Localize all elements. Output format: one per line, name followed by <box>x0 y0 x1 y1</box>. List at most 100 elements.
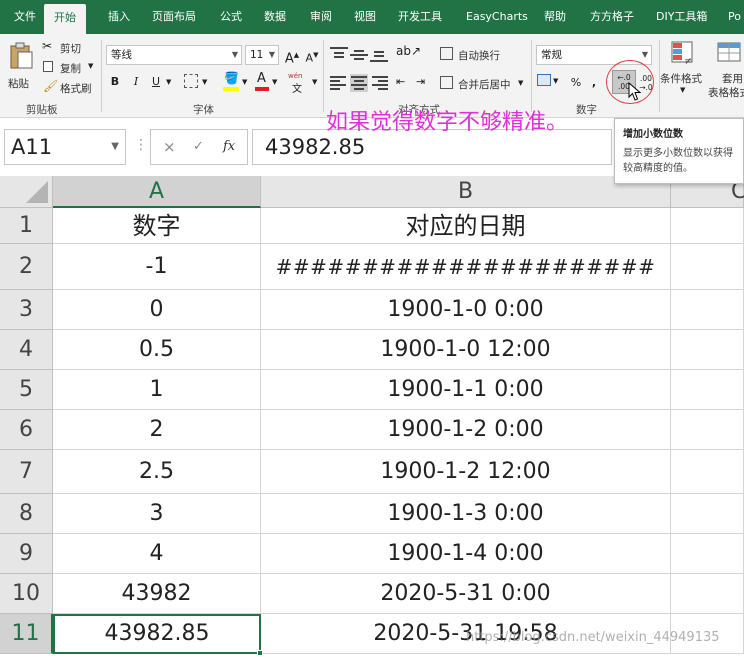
align-center-button[interactable] <box>350 74 368 92</box>
font-color-button[interactable]: A <box>254 71 270 93</box>
tab-10[interactable]: 帮助 <box>544 0 566 34</box>
tab-11[interactable]: 方方格子 <box>590 0 634 34</box>
row-header-8[interactable]: 8 <box>0 494 53 534</box>
cell-b9[interactable]: 1900-1-4 0:00 <box>261 534 671 574</box>
tab-9[interactable]: EasyCharts <box>466 0 528 34</box>
italic-button[interactable]: I <box>128 72 144 92</box>
tab-1[interactable]: 开始 <box>44 4 86 34</box>
format-painter-button[interactable]: 🖌 格式刷 <box>42 79 98 97</box>
bold-button[interactable]: B <box>107 72 123 92</box>
cell-b4[interactable]: 1900-1-0 12:00 <box>261 330 671 370</box>
row-header-7[interactable]: 7 <box>0 450 53 494</box>
cell-b6[interactable]: 1900-1-2 0:00 <box>261 410 671 450</box>
tab-3[interactable]: 页面布局 <box>152 0 196 34</box>
column-header-a[interactable]: A <box>53 176 261 208</box>
font-size-select[interactable]: 11 ▼ <box>245 45 279 65</box>
cell-a6[interactable]: 2 <box>53 410 261 450</box>
enter-icon[interactable]: ✓ <box>193 130 204 164</box>
row-header-1[interactable]: 1 <box>0 208 53 244</box>
cell-a3[interactable]: 0 <box>53 290 261 330</box>
cell-a7[interactable]: 2.5 <box>53 450 261 494</box>
cell-c9[interactable] <box>671 534 744 574</box>
align-left-button[interactable] <box>330 76 348 92</box>
chevron-down-icon[interactable]: ▼ <box>272 78 277 86</box>
cell-c5[interactable] <box>671 370 744 410</box>
cell-a9[interactable]: 4 <box>53 534 261 574</box>
cell-a1[interactable]: 数字 <box>53 208 261 244</box>
tab-0[interactable]: 文件 <box>14 0 36 34</box>
tab-8[interactable]: 开发工具 <box>398 0 442 34</box>
cell-a11[interactable]: 43982.85 <box>53 614 261 654</box>
select-all-button[interactable] <box>0 176 53 208</box>
cell-a4[interactable]: 0.5 <box>53 330 261 370</box>
underline-button[interactable]: U <box>148 72 164 92</box>
cell-a8[interactable]: 3 <box>53 494 261 534</box>
cell-b2[interactable]: ###################### <box>261 244 671 290</box>
tab-4[interactable]: 公式 <box>220 0 242 34</box>
border-button[interactable] <box>184 74 198 88</box>
increase-indent-button[interactable]: ⇥ <box>416 75 432 91</box>
merge-center-button[interactable]: 合并后居中 ▼ <box>440 74 526 94</box>
grow-font-button[interactable]: A▲ <box>283 45 301 66</box>
chevron-down-icon[interactable]: ▼ <box>242 78 247 86</box>
chevron-down-icon[interactable]: ▼ <box>166 78 171 86</box>
decrease-indent-button[interactable]: ⇤ <box>396 75 412 91</box>
row-header-9[interactable]: 9 <box>0 534 53 574</box>
tab-6[interactable]: 审阅 <box>310 0 332 34</box>
cell-c8[interactable] <box>671 494 744 534</box>
wrap-text-button[interactable]: 自动换行 <box>440 45 516 65</box>
row-header-2[interactable]: 2 <box>0 244 53 290</box>
comma-style-button[interactable]: , <box>588 73 600 93</box>
copy-button[interactable]: 复制 ▼ <box>42 59 98 77</box>
paste-button[interactable]: 粘贴 <box>6 40 36 96</box>
conditional-format-button[interactable]: ≠ 条件格式 ▼ <box>660 40 706 100</box>
cell-a10[interactable]: 43982 <box>53 574 261 614</box>
format-as-table-button[interactable]: 套用 表格格式 <box>708 40 744 102</box>
row-header-3[interactable]: 3 <box>0 290 53 330</box>
insert-function-icon[interactable]: fx <box>223 130 235 164</box>
cell-b7[interactable]: 1900-1-2 12:00 <box>261 450 671 494</box>
row-header-4[interactable]: 4 <box>0 330 53 370</box>
name-box[interactable]: A11 ▼ <box>4 129 126 165</box>
cell-c2[interactable] <box>671 244 744 290</box>
formula-bar-grip[interactable]: ⋮ <box>134 137 148 153</box>
tab-2[interactable]: 插入 <box>108 0 130 34</box>
align-bottom-button[interactable] <box>370 47 388 63</box>
cell-b8[interactable]: 1900-1-3 0:00 <box>261 494 671 534</box>
row-header-11[interactable]: 11 <box>0 614 53 654</box>
cell-c6[interactable] <box>671 410 744 450</box>
row-header-5[interactable]: 5 <box>0 370 53 410</box>
align-right-button[interactable] <box>370 76 388 92</box>
cell-a5[interactable]: 1 <box>53 370 261 410</box>
row-header-6[interactable]: 6 <box>0 410 53 450</box>
tab-5[interactable]: 数据 <box>264 0 286 34</box>
cell-c10[interactable] <box>671 574 744 614</box>
tab-7[interactable]: 视图 <box>354 0 376 34</box>
cell-b1[interactable]: 对应的日期 <box>261 208 671 244</box>
cell-c4[interactable] <box>671 330 744 370</box>
align-middle-button[interactable] <box>350 47 368 63</box>
percent-style-button[interactable]: % <box>568 73 584 93</box>
cancel-icon[interactable]: × <box>163 130 176 164</box>
align-top-button[interactable] <box>330 47 348 63</box>
cell-c1[interactable] <box>671 208 744 244</box>
orientation-button[interactable]: ab↗ <box>396 44 422 64</box>
font-name-select[interactable]: 等线 ▼ <box>106 45 242 65</box>
column-header-b[interactable]: B <box>261 176 671 208</box>
tab-13[interactable]: Po <box>728 0 741 34</box>
cell-b10[interactable]: 2020-5-31 0:00 <box>261 574 671 614</box>
cell-b5[interactable]: 1900-1-1 0:00 <box>261 370 671 410</box>
cell-b3[interactable]: 1900-1-0 0:00 <box>261 290 671 330</box>
shrink-font-button[interactable]: A▼ <box>303 45 321 65</box>
cell-c3[interactable] <box>671 290 744 330</box>
phonetic-button[interactable]: wén 文 <box>288 72 314 95</box>
chevron-down-icon[interactable]: ▼ <box>312 78 317 86</box>
fill-handle[interactable] <box>257 650 263 656</box>
cell-a2[interactable]: -1 <box>53 244 261 290</box>
cut-button[interactable]: ✂ 剪切 <box>42 39 92 57</box>
fill-color-button[interactable]: 🪣 <box>222 71 240 93</box>
tab-12[interactable]: DIY工具箱 <box>656 0 707 34</box>
cell-c7[interactable] <box>671 450 744 494</box>
chevron-down-icon[interactable]: ▼ <box>202 78 207 86</box>
accounting-format-button[interactable]: ▼ <box>537 74 563 92</box>
